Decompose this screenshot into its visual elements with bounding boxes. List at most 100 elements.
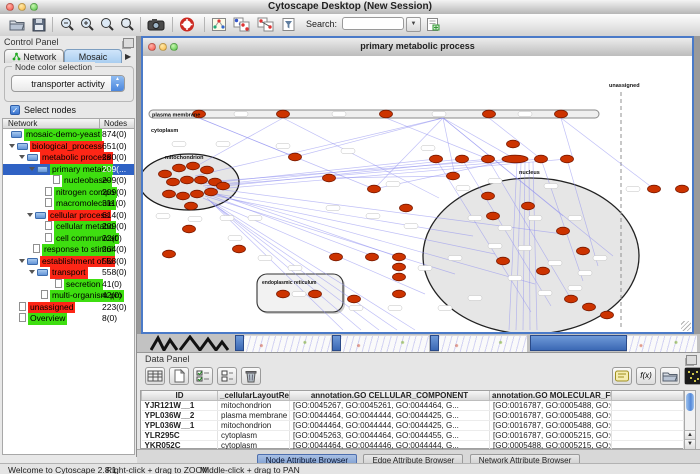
network-node[interactable] — [676, 185, 689, 193]
network-node[interactable] — [366, 253, 379, 261]
tree-item[interactable]: establishment of lo558(0) — [3, 256, 134, 268]
network-edge[interactable] — [205, 192, 473, 236]
network-node[interactable] — [583, 303, 596, 311]
scroll-down-icon[interactable]: ▼ — [685, 439, 695, 449]
function-builder-icon[interactable]: f(x) — [636, 367, 656, 385]
network-window-titlebar[interactable]: primary metabolic process — [143, 38, 692, 57]
save-session-icon[interactable] — [30, 16, 48, 33]
tree-expand-icon[interactable] — [19, 259, 25, 263]
node-color-dropdown[interactable]: transporter activity ▲▼ — [11, 75, 125, 92]
network-node[interactable] — [368, 185, 381, 193]
attribute-table-header-row[interactable]: ID_cellularLayoutRegionannotation.GO CEL… — [142, 391, 684, 401]
network-edge[interactable] — [561, 118, 573, 159]
attribute-table-icon[interactable] — [145, 367, 165, 385]
select-nodes-checkbox[interactable]: ✓ — [10, 105, 20, 115]
table-cell[interactable]: plasma membrane — [218, 411, 290, 421]
tree-expand-icon[interactable] — [27, 213, 33, 217]
network-node[interactable] — [195, 176, 208, 184]
new-attribute-icon[interactable] — [169, 367, 189, 385]
table-cell[interactable] — [612, 421, 684, 431]
network-node[interactable] — [430, 155, 443, 163]
network-node[interactable] — [289, 153, 302, 161]
tree-expand-icon[interactable] — [9, 144, 15, 148]
tree-item[interactable]: nitrogen compo209(0) — [3, 187, 134, 199]
zoom-fit-icon[interactable] — [98, 16, 116, 33]
network-node[interactable] — [183, 225, 196, 233]
network-node[interactable] — [233, 245, 246, 253]
table-cell[interactable]: [GO:0016787, GO:0005488, GO:0005215, G..… — [490, 411, 612, 421]
zoom-in-icon[interactable] — [78, 16, 96, 33]
tree-expand-icon[interactable] — [19, 155, 25, 159]
network-edge[interactable] — [295, 118, 443, 157]
network-edge[interactable] — [203, 159, 515, 182]
network-node[interactable] — [277, 290, 290, 298]
float-panel-icon[interactable] — [123, 38, 134, 48]
table-cell[interactable]: [GO:0044464, GO:0044444, GO:0044425, G..… — [290, 411, 490, 421]
tree-item[interactable]: cellular metabo209(0) — [3, 221, 134, 233]
zoom-out-icon[interactable] — [58, 16, 76, 33]
network-node[interactable] — [577, 247, 590, 255]
table-cell[interactable]: YJR121W__1 — [142, 401, 218, 411]
tree-item[interactable]: macromolecule311(0) — [3, 198, 134, 210]
tree-item[interactable]: response to stimul264(0) — [3, 244, 134, 256]
network-node[interactable] — [163, 250, 176, 258]
search-config-icon[interactable] — [424, 16, 442, 33]
tree-item[interactable]: unassigned223(0) — [3, 302, 134, 314]
network-node[interactable] — [187, 162, 200, 170]
table-cell[interactable]: mitochondrion — [218, 401, 290, 411]
network-node[interactable] — [191, 190, 204, 198]
scrollbar-thumb[interactable] — [686, 393, 694, 411]
network-node[interactable] — [348, 295, 361, 303]
tab-scroll-right-icon[interactable]: ▶ — [125, 52, 131, 61]
table-cell[interactable]: [GO:0016787, GO:0005488, GO:0005215, G..… — [490, 421, 612, 431]
network-node[interactable] — [393, 290, 406, 298]
tree-item[interactable]: cell communicat22(0) — [3, 233, 134, 245]
network-edge[interactable] — [443, 118, 515, 159]
network-node[interactable] — [181, 176, 194, 184]
table-cell[interactable]: [GO:0044464, GO:0044444, GO:0044425, G..… — [290, 421, 490, 431]
network-node[interactable] — [565, 295, 578, 303]
network-node[interactable] — [561, 155, 574, 163]
background-window-border[interactable] — [332, 335, 341, 351]
help-lifesaver-icon[interactable] — [178, 16, 196, 33]
table-column-header[interactable]: annotation.GO CELLULAR_COMPONENT — [290, 391, 490, 401]
tree-item[interactable]: metabolic process280(0) — [3, 152, 134, 164]
table-cell[interactable]: [GO:0016787, GO:0005215, GO:0003824, G..… — [490, 431, 612, 441]
network-node[interactable] — [323, 174, 336, 182]
network-node[interactable] — [173, 164, 186, 172]
select-attributes-icon[interactable] — [193, 367, 213, 385]
network-node[interactable] — [217, 182, 230, 190]
tree-expand-icon[interactable] — [29, 167, 35, 171]
table-cell[interactable]: YPL036W__2 — [142, 411, 218, 421]
tree-item[interactable]: biological_process651(0) — [3, 141, 134, 153]
table-column-header[interactable]: _cellularLayoutRegion — [218, 391, 290, 401]
network-node[interactable] — [555, 110, 568, 118]
delete-attribute-icon[interactable] — [241, 367, 261, 385]
network-node[interactable] — [483, 110, 496, 118]
network-edge[interactable] — [489, 118, 541, 159]
background-window-border[interactable] — [430, 335, 439, 351]
table-cell[interactable]: mitochondrion — [218, 421, 290, 431]
tree-item[interactable]: transport558(0) — [3, 267, 134, 279]
network-node[interactable] — [502, 155, 528, 163]
table-cell[interactable] — [612, 411, 684, 421]
table-cell[interactable]: YLR295C — [142, 431, 218, 441]
background-window-sliver[interactable] — [341, 335, 429, 352]
zoom-selected-icon[interactable] — [118, 16, 136, 33]
network-node[interactable] — [522, 202, 535, 210]
float-panel-icon[interactable] — [686, 355, 697, 365]
network-node[interactable] — [185, 202, 198, 210]
network-node[interactable] — [537, 267, 550, 275]
network-node[interactable] — [400, 204, 413, 212]
attribute-matrix-icon[interactable] — [684, 367, 700, 385]
network-node[interactable] — [309, 290, 322, 298]
search-input[interactable] — [342, 17, 404, 30]
vizmapper-icon[interactable] — [232, 16, 250, 33]
tree-item[interactable]: cellular process614(0) — [3, 210, 134, 222]
network-canvas[interactable]: plasma membranecytoplasmmitochondrionnuc… — [143, 56, 692, 332]
network-node[interactable] — [163, 190, 176, 198]
open-file-icon[interactable] — [8, 16, 26, 33]
table-column-header[interactable] — [612, 391, 684, 401]
filter-icon[interactable] — [280, 16, 298, 33]
network-node[interactable] — [447, 172, 460, 180]
